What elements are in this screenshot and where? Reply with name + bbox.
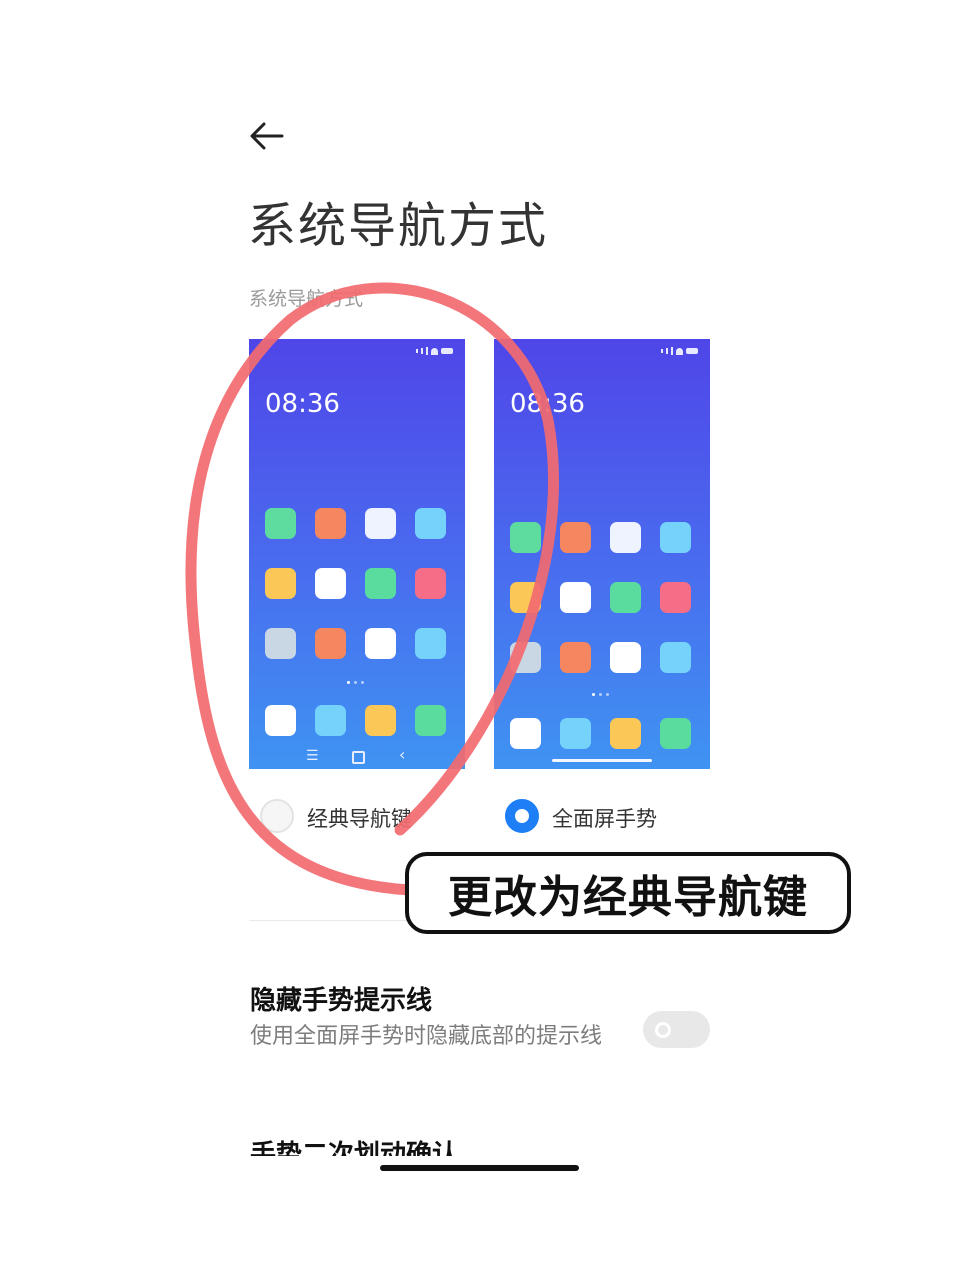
dock-app-icon: [660, 718, 691, 749]
section-label: 系统导航方式: [249, 288, 364, 310]
app-icon: [415, 628, 446, 659]
hide-gesture-line-description: 使用全面屏手势时隐藏底部的提示线: [250, 1024, 603, 1049]
back-arrow-icon: [250, 122, 284, 150]
status-bar-icons: [416, 347, 453, 355]
dock-app-icon: [265, 705, 296, 736]
gesture-double-swipe-title: 手势二次划动确认: [250, 1140, 459, 1156]
app-icon: [510, 582, 541, 613]
app-icon: [560, 642, 591, 673]
app-icon: [560, 522, 591, 553]
app-icon: [315, 508, 346, 539]
gesture-navigation-preview[interactable]: 08:36: [494, 339, 710, 769]
app-icon: [610, 522, 641, 553]
gesture-navigation-label[interactable]: 全面屏手势: [552, 803, 657, 833]
classic-navigation-label[interactable]: 经典导航键: [307, 803, 412, 833]
classic-navigation-radio[interactable]: [260, 799, 294, 833]
app-icon: [510, 642, 541, 673]
app-icon: [265, 508, 296, 539]
gesture-navigation-radio[interactable]: [505, 799, 539, 833]
app-icon: [315, 628, 346, 659]
preview-clock: 08:36: [265, 389, 340, 419]
app-icon: [365, 568, 396, 599]
home-square-icon: [352, 751, 365, 764]
dock-app-icon: [610, 718, 641, 749]
app-icon: [660, 522, 691, 553]
app-icon: [660, 642, 691, 673]
dock-app-icon: [560, 718, 591, 749]
hide-gesture-line-title: 隐藏手势提示线: [250, 986, 433, 1016]
page-indicator: [592, 693, 609, 696]
app-icon: [315, 568, 346, 599]
dock-app-icon: [415, 705, 446, 736]
app-icon: [365, 508, 396, 539]
app-icon: [510, 522, 541, 553]
preview-clock: 08:36: [510, 389, 585, 419]
app-icon: [265, 568, 296, 599]
back-button[interactable]: [246, 118, 290, 154]
app-icon: [610, 582, 641, 613]
dock-app-icon: [315, 705, 346, 736]
gesture-hint-bar: [552, 759, 652, 762]
classic-navigation-preview[interactable]: 08:36 ☰ ‹: [249, 339, 465, 769]
annotation-text: 更改为经典导航键: [448, 872, 808, 923]
app-icon: [660, 582, 691, 613]
app-icon: [265, 628, 296, 659]
app-icon: [415, 568, 446, 599]
app-icon: [415, 508, 446, 539]
app-icon: [610, 642, 641, 673]
dock-app-icon: [510, 718, 541, 749]
status-bar-icons: [661, 347, 698, 355]
app-icon: [365, 628, 396, 659]
page-title: 系统导航方式: [248, 198, 549, 254]
back-chevron-icon: ‹: [399, 745, 406, 764]
page-indicator: [347, 681, 364, 684]
annotation-callout: 更改为经典导航键: [405, 852, 851, 934]
home-indicator[interactable]: [380, 1165, 579, 1171]
toggle-knob: [655, 1022, 671, 1038]
hide-gesture-line-toggle[interactable]: [643, 1011, 710, 1048]
menu-lines-icon: ☰: [306, 748, 319, 764]
dock-app-icon: [365, 705, 396, 736]
app-icon: [560, 582, 591, 613]
